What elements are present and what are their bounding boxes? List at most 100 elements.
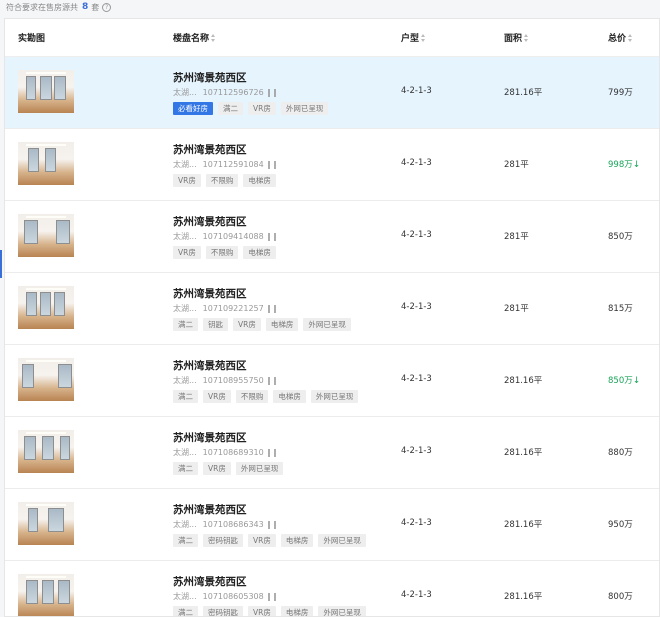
listing-name[interactable]: 苏州湾景苑西区 bbox=[173, 574, 247, 589]
listing-area: 281.16平 bbox=[504, 448, 543, 458]
listing-price: 950万 bbox=[608, 518, 633, 530]
col-layout[interactable]: 户型 bbox=[401, 19, 426, 56]
listing-name[interactable]: 苏州湾景苑西区 bbox=[173, 430, 247, 445]
table-row[interactable]: 苏州湾景苑西区 太湖... 107108686343 满二 密码钥匙 VR房 电梯房外… bbox=[5, 489, 659, 561]
listing-tag: VR房 bbox=[233, 318, 261, 331]
sort-icon[interactable] bbox=[211, 33, 216, 42]
sort-icon[interactable] bbox=[524, 33, 529, 42]
price-value: 880万 bbox=[608, 448, 633, 458]
qrcode-icon[interactable] bbox=[267, 232, 276, 241]
tag-list: 满二 密码钥匙 VR房 电梯房 外网已呈现 bbox=[173, 606, 366, 616]
price-value: 799万 bbox=[608, 88, 633, 98]
ceiling-light bbox=[26, 216, 66, 218]
listing-name[interactable]: 苏州湾景苑西区 bbox=[173, 142, 247, 157]
listing-tag: 满二 bbox=[218, 102, 243, 115]
table-row[interactable]: 苏州湾景苑西区 太湖... 107108689310 满二 VR房 外网已呈现 4-… bbox=[5, 417, 659, 489]
listing-district: 太湖... bbox=[173, 520, 197, 529]
listing-meta: 太湖... 107112591084 bbox=[173, 159, 276, 170]
window-shape bbox=[24, 220, 38, 244]
listing-name[interactable]: 苏州湾景苑西区 bbox=[173, 214, 247, 229]
col-area-label: 面积 bbox=[504, 34, 523, 44]
listing-tag: 不限购 bbox=[205, 246, 239, 259]
listing-tag: 电梯房 bbox=[280, 534, 314, 547]
listing-id: 107109221257 bbox=[202, 304, 264, 313]
table-row[interactable]: 苏州湾景苑西区 太湖... 107108955750 满二 VR房 不限购 电梯房 外网… bbox=[5, 345, 659, 417]
listing-price: 799万 bbox=[608, 86, 633, 98]
window-shape bbox=[56, 220, 70, 244]
window-shape bbox=[48, 508, 64, 532]
qrcode-icon[interactable] bbox=[267, 304, 276, 313]
listing-meta: 太湖... 107109221257 bbox=[173, 303, 276, 314]
listing-tag: 电梯房 bbox=[243, 174, 276, 187]
tag-list: 满二 VR房 不限购 电梯房 外网已呈现 bbox=[173, 390, 359, 403]
qrcode-icon[interactable] bbox=[267, 448, 276, 457]
listing-name[interactable]: 苏州湾景苑西区 bbox=[173, 70, 247, 85]
listing-area: 281.16平 bbox=[504, 88, 543, 98]
col-name[interactable]: 楼盘名称 bbox=[173, 19, 216, 56]
summary-prefix: 符合要求在售房源共 bbox=[6, 2, 78, 12]
listing-id: 107112591084 bbox=[202, 160, 264, 169]
listing-tag: 满二 bbox=[173, 462, 198, 475]
listing-tag: 外网已呈现 bbox=[318, 606, 366, 616]
listing-tag: 外网已呈现 bbox=[318, 534, 366, 547]
price-down-icon: ↓ bbox=[632, 376, 641, 386]
listing-district: 太湖... bbox=[173, 304, 197, 313]
listing-district: 太湖... bbox=[173, 232, 197, 241]
sort-icon[interactable] bbox=[628, 33, 633, 42]
listing-photo[interactable] bbox=[18, 214, 74, 257]
listing-photo[interactable] bbox=[18, 286, 74, 329]
listing-name[interactable]: 苏州湾景苑西区 bbox=[173, 286, 247, 301]
listing-photo[interactable] bbox=[18, 70, 74, 113]
listing-photo[interactable] bbox=[18, 430, 74, 473]
window-shape bbox=[58, 580, 70, 604]
listing-photo[interactable] bbox=[18, 574, 74, 616]
listing-photo[interactable] bbox=[18, 358, 74, 401]
table-row[interactable]: 苏州湾景苑西区 太湖... 107112596726 必看好房 满二 VR房 外网已呈… bbox=[5, 57, 659, 129]
qrcode-icon[interactable] bbox=[267, 160, 276, 169]
window-shape bbox=[26, 580, 38, 604]
window-shape bbox=[40, 76, 52, 100]
listing-id: 107108686343 bbox=[202, 520, 264, 529]
col-area[interactable]: 面积 bbox=[504, 19, 529, 56]
qrcode-icon[interactable] bbox=[267, 376, 276, 385]
col-price[interactable]: 总价 bbox=[608, 19, 633, 56]
table-row[interactable]: 苏州湾景苑西区 太湖... 107109221257 满二 钥匙 VR房 电梯房 外网已… bbox=[5, 273, 659, 345]
listing-tag: 满二 bbox=[173, 606, 198, 616]
listing-name[interactable]: 苏州湾景苑西区 bbox=[173, 358, 247, 373]
listing-tag: VR房 bbox=[173, 246, 201, 259]
listing-meta: 太湖... 107108605308 bbox=[173, 591, 276, 602]
table-body: 苏州湾景苑西区 太湖... 107112596726 必看好房 满二 VR房 外网已呈… bbox=[5, 57, 659, 616]
listing-name[interactable]: 苏州湾景苑西区 bbox=[173, 502, 247, 517]
listing-tag: 外网已呈现 bbox=[235, 462, 284, 475]
table-row[interactable]: 苏州湾景苑西区 太湖... 107112591084 VR房 不限购 电梯房 4-2… bbox=[5, 129, 659, 201]
sort-icon[interactable] bbox=[421, 33, 426, 42]
listing-price: 815万 bbox=[608, 302, 633, 314]
summary-suffix: 套 bbox=[91, 2, 100, 12]
window-shape bbox=[54, 76, 66, 100]
window-shape bbox=[22, 364, 34, 388]
window-shape bbox=[40, 292, 51, 316]
window-shape bbox=[28, 148, 39, 172]
ceiling-light bbox=[26, 504, 66, 506]
qrcode-icon[interactable] bbox=[267, 520, 276, 529]
qrcode-icon[interactable] bbox=[267, 88, 276, 97]
col-photo: 实勘图 bbox=[18, 19, 45, 56]
table-row[interactable]: 苏州湾景苑西区 太湖... 107109414088 VR房 不限购 电梯房 4-2… bbox=[5, 201, 659, 273]
listing-tag: 必看好房 bbox=[173, 102, 213, 115]
ceiling-light bbox=[26, 360, 66, 362]
price-value: 850万 bbox=[608, 232, 633, 242]
listing-tag: 外网已呈现 bbox=[303, 318, 351, 331]
listing-photo[interactable] bbox=[18, 502, 74, 545]
table-row[interactable]: 苏州湾景苑西区 太湖... 107108605308 满二 密码钥匙 VR房 电梯房外… bbox=[5, 561, 659, 616]
listing-tag: VR房 bbox=[248, 606, 276, 616]
listing-photo[interactable] bbox=[18, 142, 74, 185]
listing-tag: 不限购 bbox=[235, 390, 269, 403]
listing-meta: 太湖... 107108689310 bbox=[173, 447, 276, 458]
listing-meta: 太湖... 107109414088 bbox=[173, 231, 276, 242]
qrcode-icon[interactable] bbox=[267, 592, 276, 601]
tag-list: 满二 密码钥匙 VR房 电梯房 外网已呈现 bbox=[173, 534, 366, 547]
listing-layout: 4-2-1-3 bbox=[401, 158, 432, 168]
listing-id: 107108955750 bbox=[202, 376, 264, 385]
listing-tag: 满二 bbox=[173, 390, 198, 403]
help-icon[interactable]: ? bbox=[102, 2, 112, 12]
